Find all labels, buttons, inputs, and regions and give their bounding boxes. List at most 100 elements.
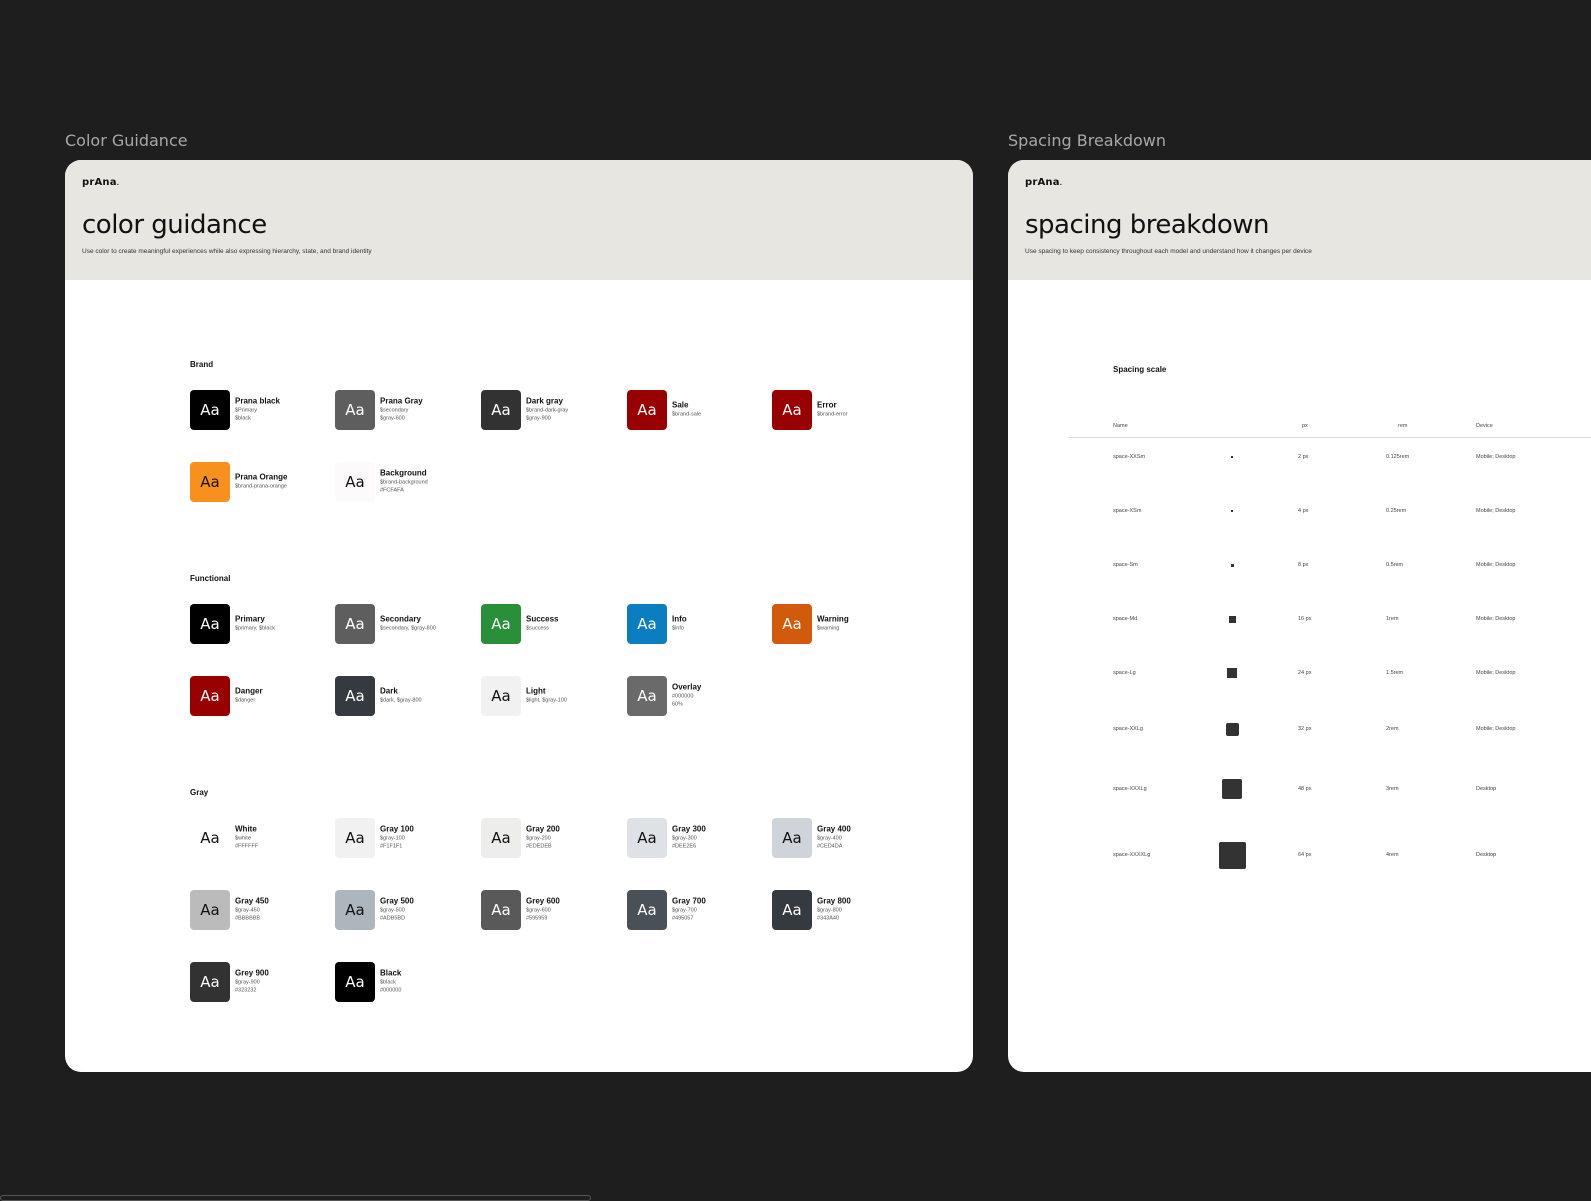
spacing-rem-value: 0.5rem	[1386, 562, 1404, 568]
swatch-label: Gray 300 $gray-300 #DEE2E6	[672, 825, 706, 851]
swatch-token: $gray-400	[817, 834, 842, 841]
spacing-device: Mobile; Desktop	[1476, 508, 1516, 514]
spacing-device: Mobile; Desktop	[1476, 670, 1516, 676]
swatch-token: #EDEDEB	[526, 843, 552, 850]
color-swatch: Aa	[190, 818, 230, 858]
swatch-token: $gray-900	[526, 415, 551, 422]
spacing-px-value: 64 px	[1298, 852, 1312, 858]
color-swatch: Aa	[335, 676, 375, 716]
swatch-name: Background	[380, 468, 427, 478]
swatch-token: $gray-900	[235, 978, 260, 985]
spacing-size-square	[1227, 668, 1237, 678]
swatch-token: $gray-300	[672, 834, 697, 841]
spacing-token-name: space-XXXXLg	[1113, 852, 1151, 858]
swatch-token: #DEE2E6	[672, 843, 697, 850]
spacing-size-square	[1225, 722, 1239, 736]
spacing-size-square	[1230, 563, 1234, 567]
swatch-label: Error $brand-error	[817, 400, 848, 419]
column-header-device: Device	[1476, 423, 1493, 429]
swatch-label: White $white #FFFFFF	[235, 825, 258, 851]
swatch-name: Dark	[380, 686, 398, 696]
frame-label-color-guidance[interactable]: Color Guidance	[65, 131, 188, 150]
swatch-label: Danger $danger	[235, 686, 263, 705]
swatch-token: $warning	[817, 625, 840, 631]
swatch-label: Gray 200 $gray-200 #EDEDEB	[526, 825, 560, 851]
spacing-device: Mobile; Desktop	[1476, 454, 1516, 460]
column-header-name: Name	[1113, 423, 1128, 429]
page-subtitle: Use color to create meaningful experienc…	[82, 248, 372, 255]
swatch-token: $black	[380, 978, 396, 985]
color-swatch: Aa	[627, 818, 667, 858]
horizontal-scrollbar[interactable]	[0, 1195, 591, 1201]
swatch-name: Gray 450	[235, 896, 269, 906]
swatch-name: Gray 500	[380, 896, 414, 906]
spacing-breakdown-frame: prAna. spacing breakdown Use spacing to …	[1008, 160, 1591, 1072]
spacing-px-value: 16 px	[1298, 616, 1312, 622]
swatch-label: Gray 800 $gray-800 #343A40	[817, 897, 851, 923]
swatch-token: #BBBBBB	[235, 915, 261, 922]
swatch-name: Prana Gray	[380, 396, 423, 406]
swatch-token: $brand-error	[817, 411, 848, 417]
swatch-token: $gray-600	[526, 906, 551, 913]
swatch-label: Gray 450 $gray-450 #BBBBBB	[235, 897, 269, 923]
swatch-token: $secondary, $gray-800	[380, 625, 436, 631]
table-header-divider	[1068, 437, 1591, 438]
swatch-name: Black	[380, 968, 402, 978]
color-swatch: Aa	[772, 890, 812, 930]
spacing-token-name: space-XXXLg	[1113, 786, 1147, 792]
color-swatch: Aa	[627, 890, 667, 930]
color-swatch: Aa	[772, 390, 812, 430]
column-header-rem: rem	[1398, 423, 1408, 429]
color-swatch: Aa	[335, 962, 375, 1002]
color-swatch: Aa	[190, 962, 230, 1002]
spacing-rem-value: 4rem	[1386, 852, 1399, 858]
page-title: color guidance	[82, 210, 267, 240]
swatch-token: $gray-200	[526, 834, 551, 841]
color-swatch: Aa	[335, 818, 375, 858]
spacing-token-name: space-XXLg	[1113, 726, 1143, 732]
swatch-label: Secondary $secondary, $gray-800	[380, 615, 436, 633]
spacing-size-square	[1231, 510, 1233, 512]
swatch-label: Background $brand-background #FCFAFA	[380, 469, 428, 495]
spacing-rem-value: 1.5rem	[1386, 670, 1404, 676]
spacing-device: Desktop	[1476, 786, 1497, 792]
swatch-label: Gray 700 $gray-700 #495057	[672, 897, 706, 923]
swatch-token: $Primary	[235, 406, 258, 413]
swatch-token: $black	[235, 415, 251, 422]
swatch-label: Warning $warning	[817, 615, 849, 633]
swatch-label: Prana black $Primary $black	[235, 397, 280, 423]
frame-label-spacing-breakdown[interactable]: Spacing Breakdown	[1008, 131, 1166, 150]
swatch-name: Prana Orange	[235, 472, 288, 482]
color-swatch: Aa	[627, 604, 667, 644]
swatch-name: Gray 200	[526, 824, 560, 834]
swatch-label: Sale $brand-sale	[672, 401, 701, 419]
color-swatch: Aa	[335, 890, 375, 930]
spacing-size-square	[1218, 841, 1246, 869]
swatch-label: Gray 400 $gray-400 #CED4DA	[817, 825, 851, 851]
swatch-token: $white	[235, 834, 251, 841]
swatch-name: Grey 900	[235, 968, 269, 978]
page-subtitle: Use spacing to keep consistency througho…	[1025, 248, 1312, 255]
swatch-name: Error	[817, 400, 837, 410]
swatch-label: Overlay #000000 60%	[672, 683, 701, 709]
swatch-label: Success $success	[526, 615, 558, 633]
swatch-token: $gray-450	[235, 906, 260, 913]
color-swatch: Aa	[772, 604, 812, 644]
swatch-name: White	[235, 824, 257, 834]
swatch-token: #495057	[672, 915, 694, 922]
swatch-token: $gray-800	[817, 906, 842, 913]
swatch-token: #000000	[672, 692, 694, 699]
swatch-token: $secondary	[380, 406, 409, 413]
spacing-px-value: 2 px	[1298, 454, 1309, 460]
swatch-token: $brand-prana-orange	[235, 483, 287, 489]
swatch-token: #000000	[380, 987, 402, 994]
spacing-rem-value: 0.125rem	[1386, 454, 1410, 460]
color-swatch: Aa	[190, 462, 230, 502]
color-swatch: Aa	[481, 818, 521, 858]
swatch-name: Primary	[235, 614, 265, 624]
swatch-name: Danger	[235, 686, 263, 696]
spacing-token-name: space-Lg	[1113, 670, 1136, 676]
page-title: spacing breakdown	[1025, 210, 1270, 240]
spacing-px-value: 24 px	[1298, 670, 1312, 676]
spacing-rem-value: 1rem	[1386, 616, 1399, 622]
